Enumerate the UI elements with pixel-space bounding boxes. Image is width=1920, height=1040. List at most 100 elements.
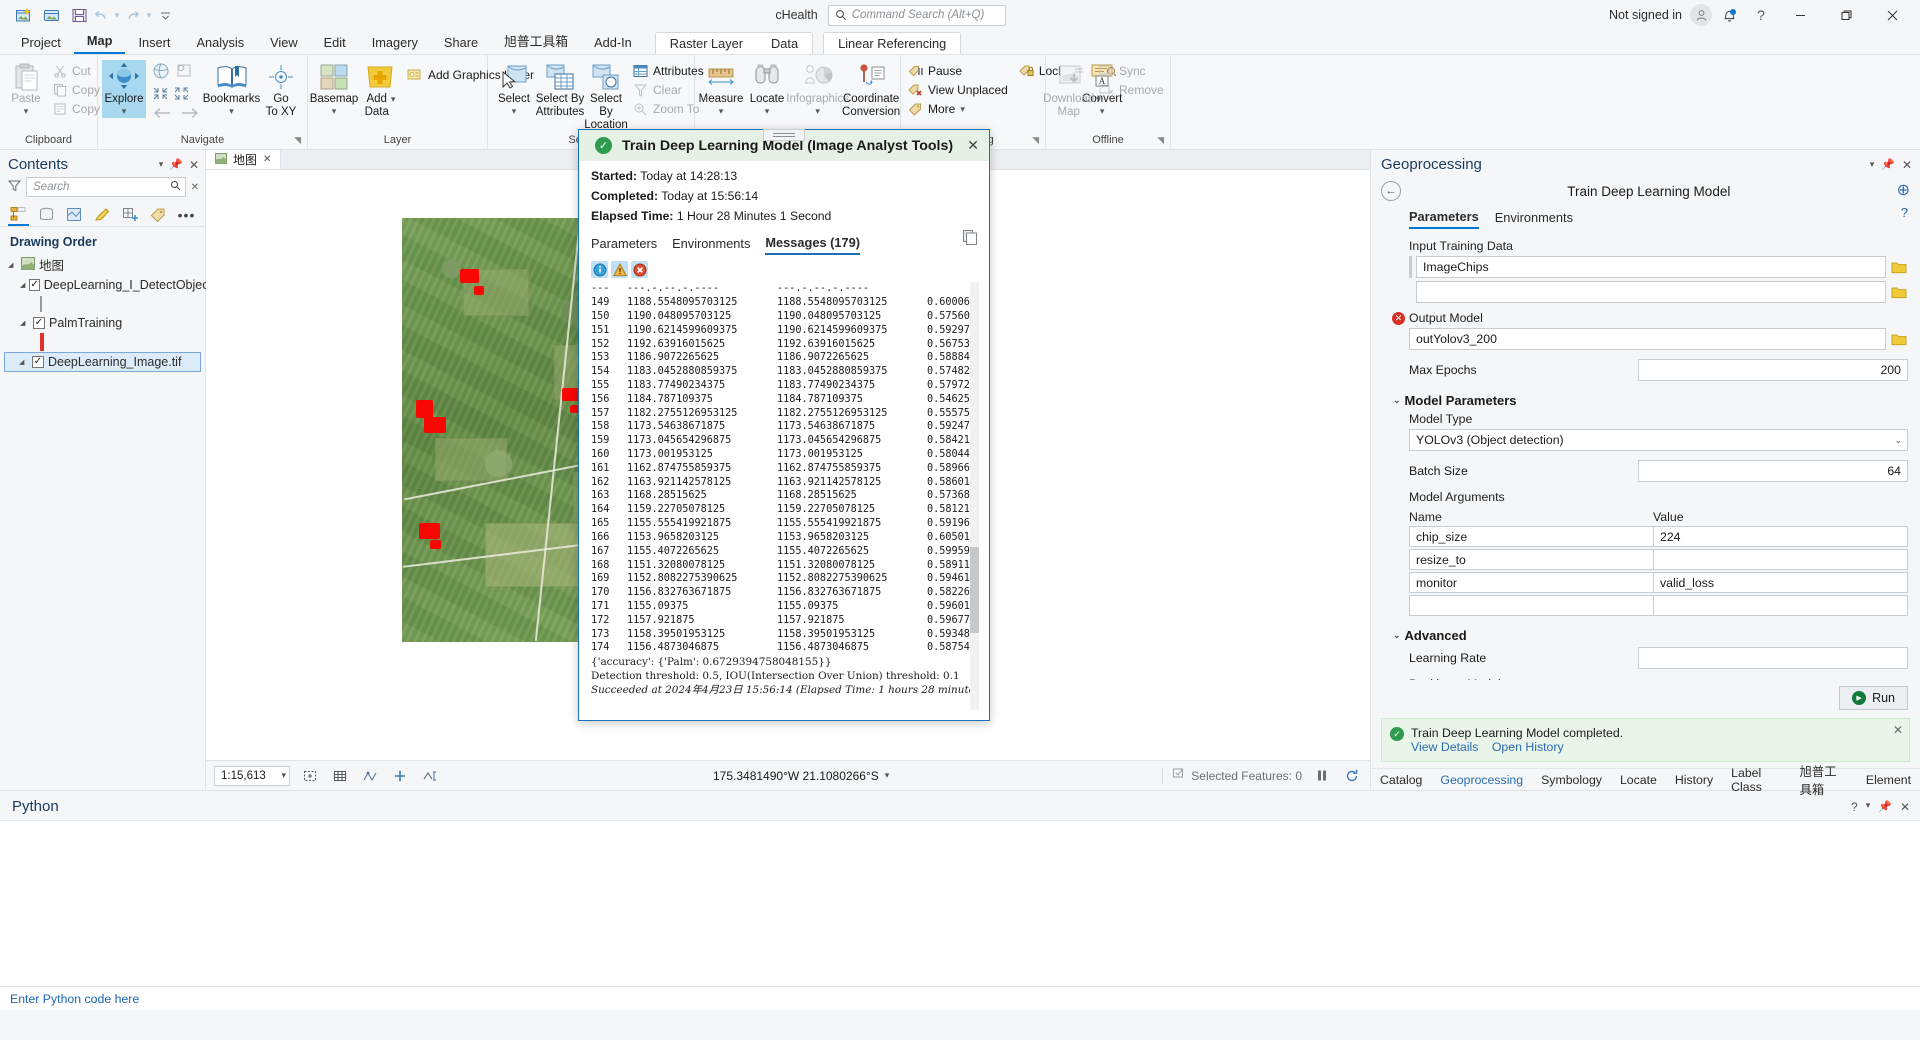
go-to-xy-button[interactable]: Go To XY [259,60,303,121]
new-project-icon[interactable] [10,3,36,27]
python-menu-icon[interactable]: ▾ [1866,800,1871,814]
grid-icon[interactable] [330,766,350,786]
error-icon[interactable]: ✕ [1392,311,1405,325]
input-training-data-field[interactable]: ImageChips [1416,256,1886,278]
redo-dropdown-icon[interactable]: ▾ [142,3,156,27]
search-icon[interactable] [170,180,181,194]
paste-button[interactable]: Paste ▾ [4,60,48,118]
zoom-to-layer-icon[interactable] [175,62,193,83]
dock-tab-locate[interactable]: Locate [1611,771,1666,789]
measure-button[interactable]: Measure ▾ [699,60,743,118]
argument-value[interactable] [1653,549,1908,570]
dialog-tab-parameters[interactable]: Parameters [591,236,657,254]
previous-extent-icon[interactable] [152,107,172,122]
ribbon-tab-raster-layer[interactable]: Raster Layer [656,34,757,54]
edit-vertices-icon[interactable] [420,766,440,786]
undo-dropdown-icon[interactable]: ▾ [110,3,124,27]
remove-offline-button[interactable]: Remove [1096,81,1170,99]
model-parameters-section[interactable]: ⌄ Model Parameters [1393,393,1908,408]
message-log[interactable]: --- ---.-.--.-.---- ---.-.--.-.---- 149 118… [591,282,979,710]
python-help-icon[interactable]: ? [1851,800,1858,814]
contents-menu-icon[interactable]: ▾ [159,159,164,170]
max-epochs-field[interactable]: 200 [1638,359,1908,381]
basemap-button[interactable]: Basemap ▾ [310,60,358,118]
ribbon-tab-insert[interactable]: Insert [125,33,183,54]
full-extent-icon[interactable] [152,62,170,83]
gp-tab-parameters[interactable]: Parameters [1409,209,1479,229]
dock-tab-history[interactable]: History [1666,771,1722,789]
chevron-down-icon[interactable]: ▾ [719,106,724,116]
python-pin-icon[interactable]: 📌 [1878,800,1892,814]
locate-button[interactable]: Locate ▾ [745,60,789,118]
output-model-field[interactable]: outYolov3_200 [1409,328,1886,350]
python-close-icon[interactable]: ✕ [1900,800,1910,814]
tree-node-map[interactable]: ◢ 地图 [4,253,205,276]
chevron-down-icon[interactable]: ⌄ [1393,630,1401,641]
argument-value[interactable] [1653,595,1908,616]
add-data-button[interactable]: Add Data ▾ [358,60,402,121]
help-icon[interactable]: ? [1901,205,1908,220]
tree-node-detectobjects[interactable]: ◢ ✓ DeepLearning_I_DetectObjects8 [4,276,225,294]
layer-checkbox[interactable]: ✓ [32,356,44,368]
dock-tab-catalog[interactable]: Catalog [1371,771,1431,789]
chevron-down-icon[interactable]: ▾ [512,106,517,116]
model-type-select[interactable]: YOLOv3 (Object detection) ⌄ [1409,429,1908,451]
symbol-swatch-palmtraining[interactable] [40,333,44,351]
expand-triangle-icon[interactable]: ◢ [8,261,17,269]
select-by-location-button[interactable]: Select By Location [584,60,628,134]
chevron-down-icon[interactable]: ▾ [122,106,127,116]
restore-button[interactable] [1824,0,1868,30]
next-extent-icon[interactable] [180,107,200,122]
argument-name[interactable]: resize_to [1409,549,1653,570]
contents-search-input[interactable]: Search [26,177,186,197]
batch-size-field[interactable]: 64 [1638,460,1908,482]
list-by-snapping-icon[interactable] [120,204,141,226]
notifications-icon[interactable] [1714,0,1744,30]
browse-folder-icon[interactable] [1890,329,1908,349]
close-icon[interactable]: ✕ [263,154,271,165]
chevron-down-icon[interactable]: ▾ [885,770,890,781]
tree-node-palmtraining[interactable]: ◢ ✓ PalmTraining [4,314,205,332]
contents-pin-icon[interactable]: 📌 [169,158,183,171]
dialog-launcher-icon[interactable]: ◥ [1157,135,1164,146]
ribbon-tab-analysis[interactable]: Analysis [183,33,257,54]
chevron-down-icon[interactable]: ▾ [765,106,770,116]
add-icon[interactable] [390,766,410,786]
argument-name[interactable]: monitor [1409,572,1653,593]
list-by-drawing-order-icon[interactable] [8,204,29,226]
chevron-down-icon[interactable]: ▾ [281,770,286,781]
map-tab[interactable]: 地图 ✕ [206,150,282,169]
filter-icon[interactable] [7,179,22,195]
chevron-down-icon[interactable]: ⌄ [1393,395,1401,406]
contents-close-icon[interactable]: ✕ [189,158,199,172]
help-icon[interactable]: ? [1746,0,1776,30]
infographics-button[interactable]: Infographics ▾ [786,60,849,118]
gp-menu-icon[interactable]: ▾ [1870,159,1875,170]
close-button[interactable] [1870,0,1914,30]
map-scale-selector[interactable]: 1:15,613 ▾ [214,765,290,786]
contents-search-clear-icon[interactable]: ✕ [191,182,199,193]
undo-icon[interactable] [94,3,108,27]
open-project-icon[interactable] [38,3,64,27]
chevron-down-icon[interactable]: ▾ [391,94,396,104]
expand-triangle-icon[interactable]: ◢ [19,358,28,366]
ribbon-tab-map[interactable]: Map [73,31,126,54]
bookmarks-button[interactable]: Bookmarks ▾ [203,60,260,118]
more-labeling-button[interactable]: More ▾ [905,100,1014,118]
chevron-down-icon[interactable]: ▾ [332,106,337,116]
view-unplaced-button[interactable]: View Unplaced [905,81,1014,99]
dock-tab-element[interactable]: Element [1857,771,1920,789]
customize-qat-icon[interactable] [158,3,172,27]
dialog-tab-messages[interactable]: Messages (179) [765,235,860,256]
list-by-labeling-icon[interactable] [148,204,169,226]
ribbon-tab-view[interactable]: View [257,33,311,54]
ribbon-tab-edit[interactable]: Edit [311,33,359,54]
symbol-swatch-detectobjects[interactable] [40,296,42,312]
dialog-tab-environments[interactable]: Environments [672,236,750,254]
dock-tab-geoprocessing[interactable]: Geoprocessing [1431,771,1532,789]
ribbon-tab-project[interactable]: Project [8,33,74,54]
dock-tab-symbology[interactable]: Symbology [1532,771,1611,789]
dialog-launcher-icon[interactable]: ◥ [294,135,301,146]
gp-tab-environments[interactable]: Environments [1495,210,1573,228]
python-input[interactable]: Enter Python code here [0,986,1920,1010]
